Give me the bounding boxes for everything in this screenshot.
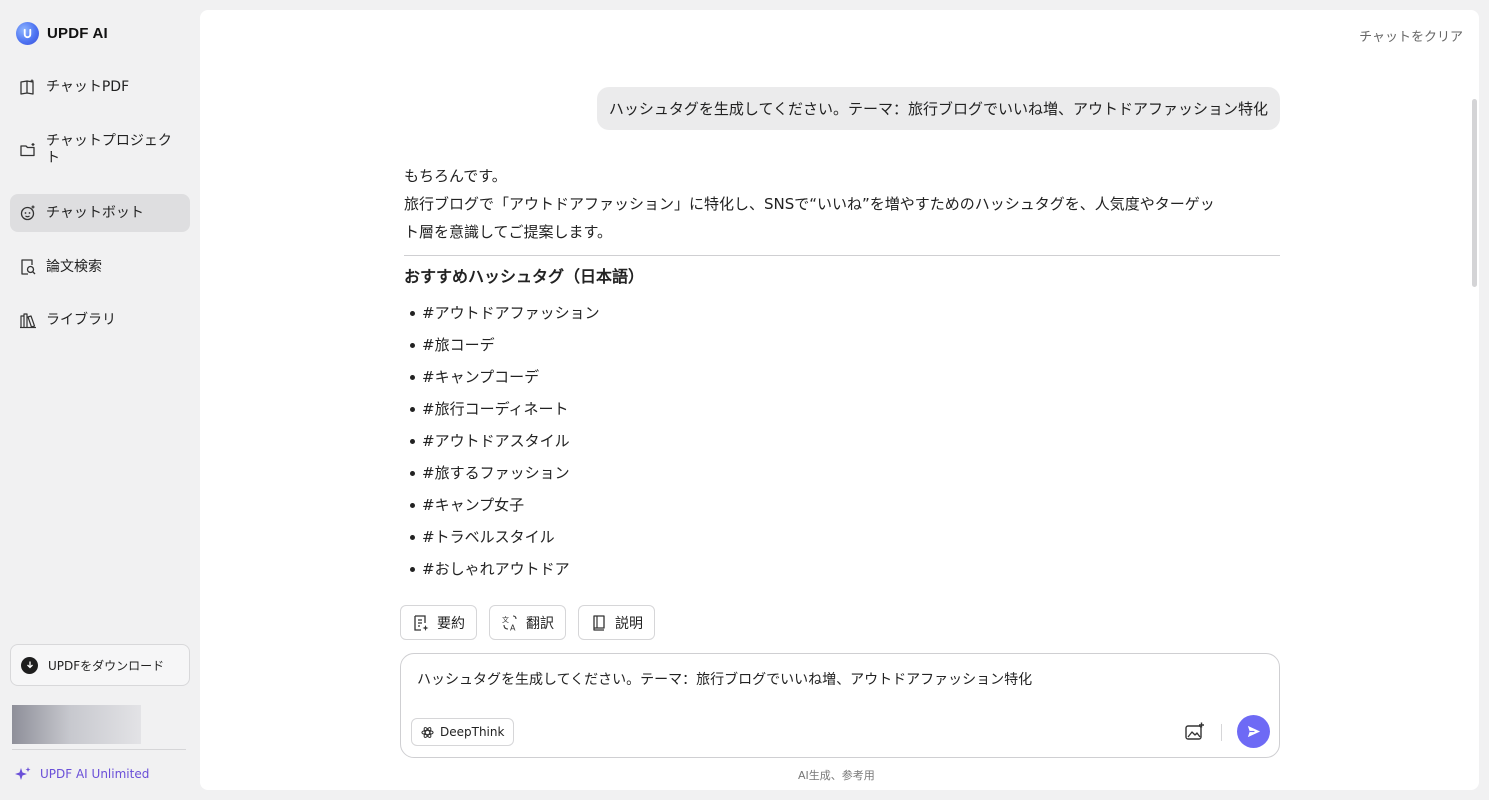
list-item: #おしゃれアウトドア bbox=[404, 553, 1280, 585]
list-item: #トラベルスタイル bbox=[404, 521, 1280, 553]
library-icon bbox=[20, 313, 36, 329]
translate-button[interactable]: 文A 翻訳 bbox=[489, 605, 566, 640]
clear-chat-button[interactable]: チャットをクリア bbox=[1359, 26, 1463, 45]
paper-search-icon bbox=[21, 259, 36, 275]
explain-button[interactable]: 説明 bbox=[578, 605, 655, 640]
list-item: #旅コーデ bbox=[404, 329, 1280, 361]
send-button[interactable] bbox=[1237, 715, 1270, 748]
answer-intro-1: もちろんです。 bbox=[404, 167, 507, 185]
bullet bbox=[410, 406, 415, 412]
svg-text:A: A bbox=[510, 623, 516, 632]
folder-icon bbox=[20, 143, 35, 157]
section-title: おすすめハッシュタグ（日本語） bbox=[404, 267, 645, 286]
list-item: #アウトドアスタイル bbox=[404, 425, 1280, 457]
book-icon bbox=[20, 79, 34, 95]
bot-icon bbox=[20, 205, 35, 221]
sidebar-item-label: ライブラリ bbox=[46, 311, 116, 328]
translate-label: 翻訳 bbox=[526, 615, 554, 632]
sidebar-item-chatbot[interactable]: チャットボット bbox=[10, 194, 190, 232]
book-open-icon bbox=[593, 614, 605, 631]
send-icon bbox=[1247, 725, 1261, 738]
hashtag: #キャンプコーデ bbox=[422, 368, 540, 386]
summary-button[interactable]: 要約 bbox=[400, 605, 477, 640]
sidebar-item-label: チャットボット bbox=[46, 204, 144, 221]
message-input[interactable]: ハッシュタグを生成してください。テーマ：旅行ブログでいいね増、アウトドアファッシ… bbox=[417, 669, 1032, 689]
updf-logo-icon bbox=[16, 22, 39, 45]
plan-label: UPDF AI Unlimited bbox=[40, 767, 150, 781]
sidebar-item-library[interactable]: ライブラリ bbox=[10, 302, 190, 338]
bullet bbox=[410, 438, 415, 444]
sidebar-item-chat-pdf[interactable]: チャットPDF bbox=[10, 69, 190, 105]
answer-intro-2a: 旅行ブログで「アウトドアファッション」に特化し、SNSで“いいね”を増やすための… bbox=[404, 195, 1215, 213]
translate-icon: 文A bbox=[502, 615, 517, 632]
download-updf-button[interactable]: UPDFをダウンロード bbox=[10, 644, 190, 686]
chat-panel: チャットをクリア ハッシュタグを生成してください。テーマ：旅行ブログでいいね増、… bbox=[200, 10, 1479, 790]
sidebar-item-label: チャットプロジェクト bbox=[46, 133, 172, 166]
download-label: UPDFをダウンロード bbox=[48, 658, 165, 673]
summary-icon bbox=[414, 614, 429, 631]
sidebar-item-label: 論文検索 bbox=[46, 258, 102, 275]
list-item: #旅するファッション bbox=[404, 457, 1280, 489]
explain-label: 説明 bbox=[615, 615, 643, 632]
list-item: #キャンプコーデ bbox=[404, 361, 1280, 393]
bullet bbox=[410, 374, 415, 380]
bullet bbox=[410, 310, 415, 316]
quick-actions: 要約 文A 翻訳 説明 bbox=[400, 605, 655, 640]
message-composer[interactable]: ハッシュタグを生成してください。テーマ：旅行ブログでいいね増、アウトドアファッシ… bbox=[400, 653, 1280, 758]
hashtag: #おしゃれアウトドア bbox=[422, 560, 570, 578]
sidebar-divider bbox=[12, 749, 186, 750]
answer-divider bbox=[404, 255, 1280, 256]
sidebar-item-paper-search[interactable]: 論文検索 bbox=[10, 249, 190, 285]
deepthink-label: DeepThink bbox=[440, 725, 505, 739]
sidebar-item-label: チャットPDF bbox=[46, 78, 130, 95]
ai-disclaimer: AI生成、参考用 bbox=[798, 769, 875, 782]
sidebar: UPDF AI チャットPDF チャットプロジェクト チャットボット 論文検索 … bbox=[0, 0, 200, 800]
hashtag: #旅行コーディネート bbox=[422, 400, 569, 418]
app-logo[interactable]: UPDF AI bbox=[16, 22, 108, 45]
hashtag-list: #アウトドアファッション #旅コーデ #キャンプコーデ #旅行コーディネート #… bbox=[404, 297, 1280, 585]
download-icon bbox=[21, 656, 38, 674]
hashtag: #旅するファッション bbox=[422, 464, 570, 482]
app-name: UPDF AI bbox=[47, 25, 108, 42]
hashtag: #アウトドアスタイル bbox=[422, 432, 570, 450]
account-info-blurred[interactable] bbox=[12, 705, 141, 744]
bullet bbox=[410, 502, 415, 508]
hashtag: #トラベルスタイル bbox=[422, 528, 555, 546]
answer-intro-2b: ト層を意識してご提案します。 bbox=[404, 223, 613, 241]
bullet bbox=[410, 470, 415, 476]
hashtag: #旅コーデ bbox=[422, 336, 495, 354]
list-item: #旅行コーディネート bbox=[404, 393, 1280, 425]
composer-separator bbox=[1221, 724, 1222, 741]
bullet bbox=[410, 566, 415, 572]
hashtag: #キャンプ女子 bbox=[422, 496, 525, 514]
deepthink-toggle[interactable]: DeepThink bbox=[411, 718, 515, 746]
summary-label: 要約 bbox=[437, 615, 465, 632]
image-upload-icon[interactable] bbox=[1184, 721, 1206, 743]
list-item: #キャンプ女子 bbox=[404, 489, 1280, 521]
plan-link[interactable]: UPDF AI Unlimited bbox=[14, 766, 149, 782]
atom-icon bbox=[421, 726, 434, 738]
scrollbar-thumb[interactable] bbox=[1472, 99, 1477, 287]
bullet bbox=[410, 534, 415, 540]
bullet bbox=[410, 342, 415, 348]
user-message: ハッシュタグを生成してください。テーマ：旅行ブログでいいね増、アウトドアファッシ… bbox=[596, 87, 1280, 130]
sidebar-item-chat-project[interactable]: チャットプロジェクト bbox=[10, 124, 190, 176]
svg-text:文: 文 bbox=[502, 615, 509, 624]
sparkle-icon bbox=[15, 767, 31, 780]
assistant-message: もちろんです。 旅行ブログで「アウトドアファッション」に特化し、SNSで“いいね… bbox=[404, 162, 1280, 585]
list-item: #アウトドアファッション bbox=[404, 297, 1280, 329]
hashtag: #アウトドアファッション bbox=[422, 304, 600, 322]
